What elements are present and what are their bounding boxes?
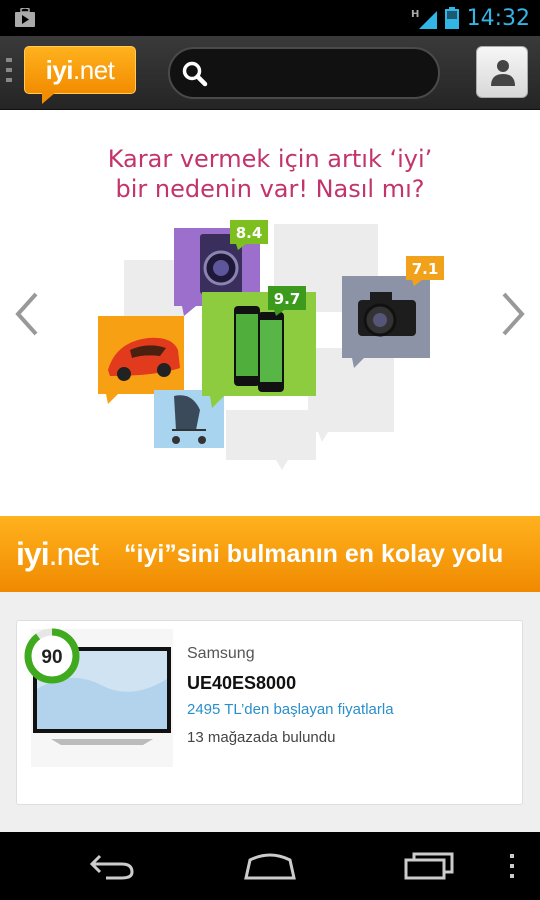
- headline-line-2: bir nedenin var! Nasıl mı?: [115, 175, 425, 203]
- headline-line-1: Karar vermek için artık ‘iyi’: [107, 145, 433, 173]
- logo-main: iyi: [45, 54, 74, 85]
- product-store-count: 13 mağazada bulundu: [187, 729, 336, 746]
- content-area: 90 Samsung UE40ES8000 2495 TL’den başlay…: [0, 592, 540, 832]
- clock: 14:32: [466, 5, 530, 31]
- promo-banner[interactable]: Karar vermek için artık ‘iyi’ bir nedeni…: [0, 110, 540, 516]
- overflow-menu-icon[interactable]: [508, 852, 516, 880]
- collage-bg-box: [226, 410, 316, 460]
- slogan-logo-suffix: .net: [48, 536, 99, 572]
- logo-tail: [42, 92, 56, 104]
- slogan-text: “iyi”sini bulmanın en kolay yolu: [124, 540, 504, 568]
- product-price-link[interactable]: 2495 TL’den başlayan fiyatlarla: [187, 701, 394, 718]
- slogan-logo-main: iyi: [16, 536, 50, 572]
- slogan-strip: iyi.net “iyi”sini bulmanın en kolay yolu: [0, 516, 540, 592]
- logo[interactable]: iyi.net: [24, 46, 136, 104]
- product-brand: Samsung: [187, 645, 255, 662]
- score-badge-text: 8.4: [236, 224, 263, 242]
- user-icon: [491, 60, 515, 86]
- product-collage: 8.4 7.1 9.7: [98, 220, 444, 470]
- slogan-logo: iyi.net: [16, 536, 99, 573]
- user-button[interactable]: [476, 46, 528, 98]
- signal-icon: H: [411, 9, 437, 29]
- home-icon[interactable]: [242, 852, 298, 880]
- status-bar: H 14:32: [0, 0, 540, 36]
- back-icon[interactable]: [88, 852, 136, 880]
- recent-apps-icon[interactable]: [404, 852, 454, 880]
- collage-bg-box: [308, 348, 394, 432]
- search-bar[interactable]: [168, 47, 440, 99]
- search-input[interactable]: [214, 57, 424, 89]
- menu-icon[interactable]: [6, 58, 12, 82]
- chevron-right-icon[interactable]: [498, 290, 528, 338]
- system-nav-bar: [0, 832, 540, 900]
- score-badge-text: 9.7: [274, 290, 301, 308]
- product-model[interactable]: UE40ES8000: [187, 673, 296, 694]
- play-store-icon: [15, 8, 35, 27]
- score-badge-text: 7.1: [412, 260, 439, 278]
- app-bar: iyi.net: [0, 36, 540, 110]
- banner-headline: Karar vermek için artık ‘iyi’ bir nedeni…: [0, 144, 540, 204]
- chevron-left-icon[interactable]: [12, 290, 42, 338]
- score-value: 90: [41, 647, 62, 668]
- logo-text: iyi.net: [46, 55, 115, 86]
- camera-icon: [342, 276, 430, 368]
- logo-suffix: .net: [73, 54, 115, 85]
- product-card[interactable]: 90 Samsung UE40ES8000 2495 TL’den başlay…: [16, 620, 523, 805]
- battery-icon: [444, 7, 459, 29]
- search-icon[interactable]: [182, 61, 208, 87]
- logo-box: iyi.net: [24, 46, 136, 94]
- svg-text:H: H: [411, 9, 419, 20]
- score-ring: 90: [24, 628, 80, 684]
